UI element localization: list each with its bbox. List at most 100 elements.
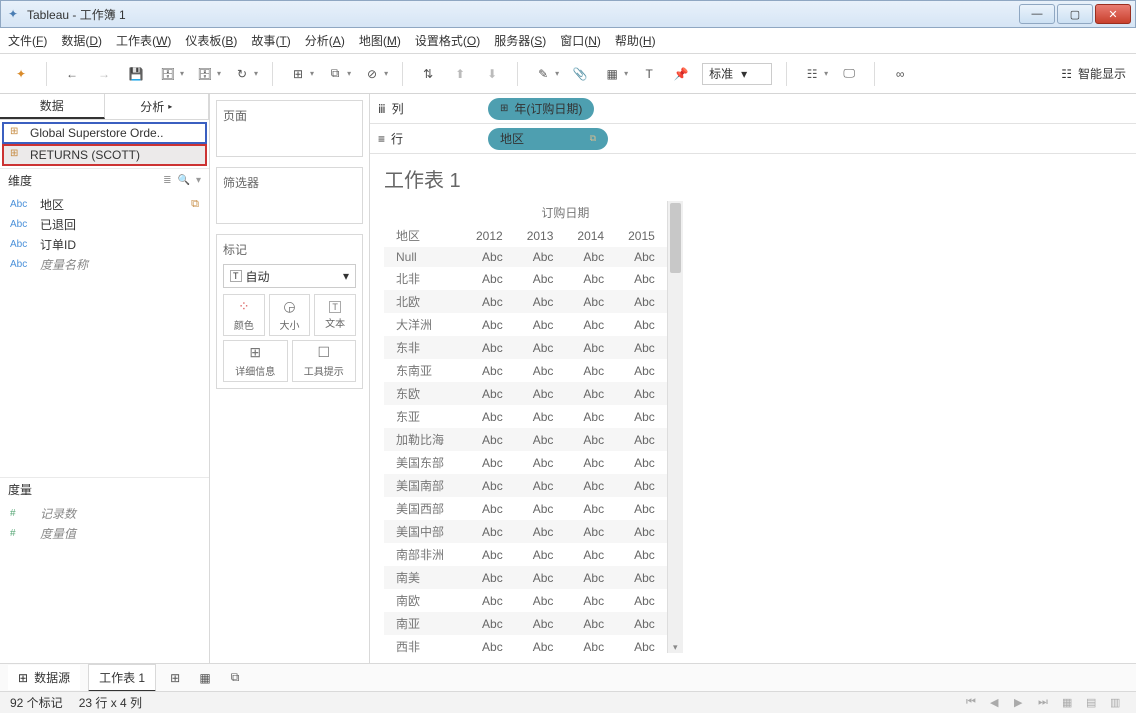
row-header[interactable]: 南欧 [384,589,464,612]
cell[interactable]: Abc [616,290,667,313]
show-me-button[interactable]: ☷智能显示 [1061,65,1126,82]
cell[interactable]: Abc [616,267,667,290]
menu-server[interactable]: 服务器(S) [494,32,546,49]
cell[interactable]: Abc [565,405,616,428]
show-labels-button[interactable]: T [638,63,660,85]
minimize-button[interactable]: — [1019,4,1055,24]
row-header[interactable]: 东欧 [384,382,464,405]
dimension-field[interactable]: Abc地区⧉ [0,194,209,214]
totals-button[interactable]: ▦▾ [601,63,628,85]
cell[interactable]: Abc [515,290,566,313]
view2-button[interactable]: ▤ [1086,696,1102,710]
cell[interactable]: Abc [515,451,566,474]
cell[interactable]: Abc [565,566,616,589]
dimension-field[interactable]: Abc度量名称 [0,254,209,274]
row-header[interactable]: 北非 [384,267,464,290]
cell[interactable]: Abc [464,474,515,497]
cell[interactable]: Abc [616,382,667,405]
cell[interactable]: Abc [616,405,667,428]
view3-button[interactable]: ▥ [1110,696,1126,710]
cell[interactable]: Abc [616,589,667,612]
highlight-button[interactable]: ✎▾ [532,63,559,85]
marks-detail-button[interactable]: ⊞详细信息 [223,340,288,382]
dimension-field[interactable]: Abc已退回 [0,214,209,234]
cell[interactable]: Abc [464,520,515,543]
search-icon[interactable]: 🔍 [178,175,190,186]
marks-text-button[interactable]: T文本 [314,294,356,336]
cell[interactable]: Abc [565,313,616,336]
cell[interactable]: Abc [565,290,616,313]
cell[interactable]: Abc [464,566,515,589]
menu-worksheet[interactable]: 工作表(W) [116,32,171,49]
save-button[interactable]: 💾 [125,63,147,85]
menu-story[interactable]: 故事(T) [251,32,290,49]
dimension-field[interactable]: Abc订单ID [0,234,209,254]
measure-field[interactable]: #度量值 [0,523,209,543]
menu-format[interactable]: 设置格式(O) [415,32,480,49]
marks-size-button[interactable]: ◶大小 [269,294,311,336]
row-header[interactable]: 北欧 [384,290,464,313]
redo-button[interactable]: → [93,63,115,85]
prev-page-button[interactable]: ◀ [990,696,1006,710]
tab-analytics[interactable]: 分析▸ [105,94,210,119]
menu-window[interactable]: 窗口(N) [560,32,601,49]
row-header[interactable]: Null [384,247,464,267]
datasource-tab[interactable]: ⊞数据源 [8,665,80,690]
group-button[interactable]: 📎 [569,63,591,85]
row-header[interactable]: 南美 [384,566,464,589]
cell[interactable]: Abc [616,635,667,653]
cell[interactable]: Abc [464,336,515,359]
columns-shelf[interactable]: ⅲ列 ⊞ 年(订购日期) [370,94,1136,124]
worksheet-tab[interactable]: 工作表 1 [88,664,156,692]
cell[interactable]: Abc [515,336,566,359]
row-header[interactable]: 东南亚 [384,359,464,382]
vertical-scrollbar[interactable]: ▴ ▾ [667,201,683,653]
cell[interactable]: Abc [464,451,515,474]
cell[interactable]: Abc [616,247,667,267]
cell[interactable]: Abc [616,428,667,451]
new-story-tab-button[interactable]: ⧉ [224,667,246,689]
cell[interactable]: Abc [565,267,616,290]
cell[interactable]: Abc [616,566,667,589]
cell[interactable]: Abc [515,543,566,566]
cell[interactable]: Abc [565,474,616,497]
cell[interactable]: Abc [464,497,515,520]
new-worksheet-tab-button[interactable]: ⊞ [164,667,186,689]
cell[interactable]: Abc [616,336,667,359]
undo-button[interactable]: ← [61,63,83,85]
cell[interactable]: Abc [565,543,616,566]
column-header[interactable]: 2015 [616,224,667,247]
cell[interactable]: Abc [616,497,667,520]
cell[interactable]: Abc [464,612,515,635]
maximize-button[interactable]: ▢ [1057,4,1093,24]
cell[interactable]: Abc [464,428,515,451]
cell[interactable]: Abc [565,382,616,405]
menu-file[interactable]: 文件(F) [8,32,47,49]
cell[interactable]: Abc [515,497,566,520]
cell[interactable]: Abc [515,428,566,451]
marks-color-button[interactable]: ⁘颜色 [223,294,265,336]
cell[interactable]: Abc [565,359,616,382]
close-button[interactable]: ✕ [1095,4,1131,24]
cell[interactable]: Abc [515,520,566,543]
cell[interactable]: Abc [515,589,566,612]
cell[interactable]: Abc [515,359,566,382]
cell[interactable]: Abc [515,313,566,336]
refresh-data-button[interactable]: 🗄▾ [194,63,221,85]
cell[interactable]: Abc [565,247,616,267]
fit-selector[interactable]: 标准▾ [702,63,772,85]
cell[interactable]: Abc [464,589,515,612]
cell[interactable]: Abc [565,428,616,451]
cell[interactable]: Abc [616,451,667,474]
measure-field[interactable]: #记录数 [0,503,209,523]
cell[interactable]: Abc [616,474,667,497]
cell[interactable]: Abc [515,566,566,589]
share-button[interactable]: ∞ [889,63,911,85]
cell[interactable]: Abc [565,589,616,612]
cell[interactable]: Abc [616,359,667,382]
view1-button[interactable]: ▦ [1062,696,1078,710]
cell[interactable]: Abc [464,405,515,428]
duplicate-button[interactable]: ⧉▾ [324,63,351,85]
last-page-button[interactable]: ⏭ [1038,696,1054,710]
row-header[interactable]: 东亚 [384,405,464,428]
